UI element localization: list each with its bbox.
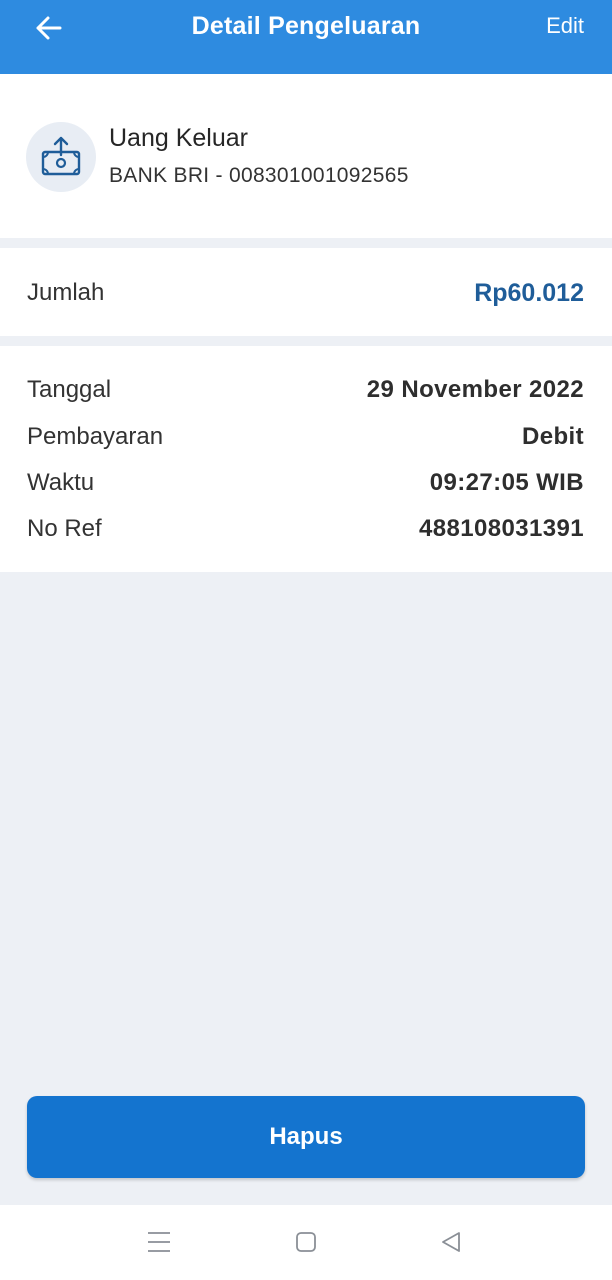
amount-value: Rp60.012 (474, 279, 584, 307)
account-card: Uang Keluar BANK BRI - 008301001092565 (0, 74, 612, 238)
delete-button[interactable]: Hapus (27, 1096, 585, 1178)
detail-row-ref: No Ref 488108031391 (27, 514, 584, 544)
edit-button[interactable]: Edit (546, 13, 584, 39)
system-nav-bar (0, 1205, 612, 1280)
detail-label: Pembayaran (27, 423, 164, 450)
detail-label: Tanggal (27, 376, 112, 403)
amount-card: Jumlah Rp60.012 (0, 248, 612, 336)
detail-row-date: Tanggal 29 November 2022 (27, 375, 584, 405)
home-button[interactable] (289, 1225, 323, 1259)
detail-row-payment: Pembayaran Debit (27, 422, 584, 452)
detail-value: 09:27:05 WIB (429, 469, 584, 496)
home-square-icon (296, 1232, 316, 1252)
detail-row-time: Waktu 09:27:05 WIB (27, 468, 584, 498)
money-out-icon (41, 136, 81, 176)
transaction-type: Uang Keluar (109, 124, 248, 152)
back-triangle-icon (442, 1232, 460, 1252)
detail-label: Waktu (27, 469, 95, 496)
account-avatar (26, 122, 96, 192)
screen: Detail Pengeluaran Edit Uang Keluar BANK… (0, 0, 612, 1280)
amount-label: Jumlah (27, 279, 105, 306)
details-card: Tanggal 29 November 2022 Pembayaran Debi… (0, 346, 612, 572)
detail-value: Debit (522, 423, 584, 450)
app-bar: Detail Pengeluaran Edit (0, 0, 612, 74)
bank-account: BANK BRI - 008301001092565 (109, 164, 409, 187)
system-back-button[interactable] (434, 1225, 468, 1259)
recent-apps-button[interactable] (142, 1225, 176, 1259)
detail-label: No Ref (27, 515, 102, 542)
detail-value: 488108031391 (419, 515, 584, 542)
detail-value: 29 November 2022 (366, 376, 584, 403)
menu-icon (148, 1232, 170, 1252)
page-title: Detail Pengeluaran (191, 12, 421, 40)
